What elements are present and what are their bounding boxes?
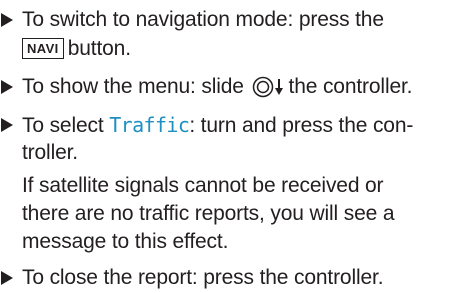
- step-2-prefix: To show the menu: slide: [22, 75, 244, 98]
- controller-slide-down-icon: [252, 76, 288, 104]
- step-1-text: To switch to navigation mode: press the: [22, 8, 384, 31]
- instruction-list: To switch to navigation mode: press the …: [0, 0, 466, 293]
- traffic-display-term: Traffic: [109, 113, 190, 137]
- step-1-suffix: button.: [67, 37, 131, 60]
- step-2-text: To show the menu: slide the controller.: [22, 75, 413, 104]
- step-1-line-2: NAVI button.: [22, 37, 131, 61]
- step-4-text: To close the report: press the controlle…: [22, 266, 384, 289]
- triangle-bullet-icon: [0, 266, 15, 290]
- navi-button-key: NAVI: [22, 38, 64, 59]
- note-line-1: If satellite signals cannot be received …: [22, 174, 384, 197]
- triangle-bullet-icon: [0, 8, 15, 32]
- step-3-text: To select Traffic: turn and press the co…: [22, 113, 413, 138]
- note-line-2: there are no traffic reports, you will s…: [22, 202, 395, 225]
- note-line-3: message to this effect.: [22, 230, 229, 253]
- step-3-prefix: To select: [22, 114, 104, 137]
- triangle-bullet-icon: [0, 113, 15, 137]
- step-3-line-2: troller.: [22, 141, 78, 164]
- step-2-suffix: the controller.: [288, 75, 413, 98]
- triangle-bullet-icon: [0, 75, 15, 99]
- step-3-suffix: : turn and press the con-: [189, 114, 414, 137]
